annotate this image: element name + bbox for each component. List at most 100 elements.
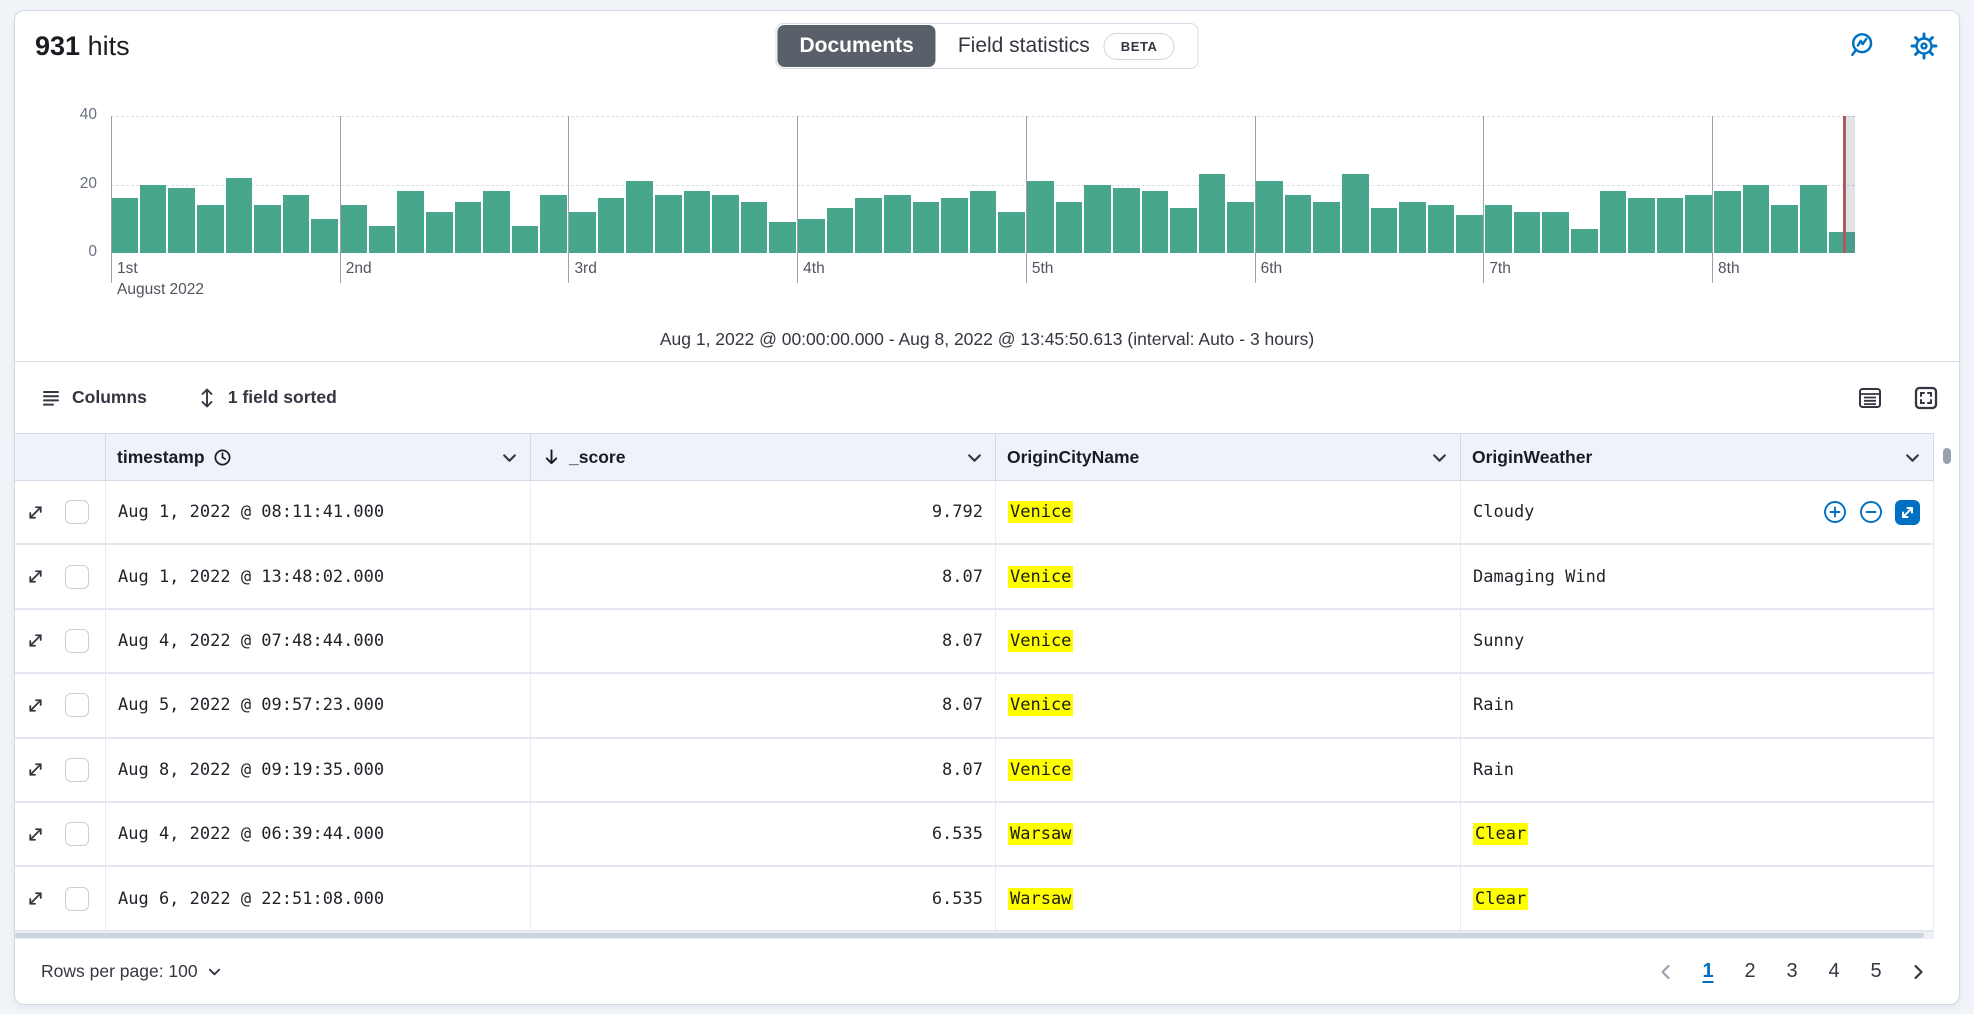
histogram-bar[interactable]: [1771, 205, 1798, 253]
tab-documents[interactable]: Documents: [777, 25, 935, 67]
histogram-bar[interactable]: [1485, 205, 1512, 253]
histogram-bar[interactable]: [827, 208, 854, 253]
histogram-bar[interactable]: [283, 195, 310, 253]
histogram-bar[interactable]: [455, 202, 482, 253]
row-checkbox[interactable]: [65, 822, 89, 846]
histogram-bar[interactable]: [1256, 181, 1283, 253]
row-checkbox[interactable]: [65, 758, 89, 782]
histogram-bar[interactable]: [626, 181, 653, 253]
expand-document-button[interactable]: [26, 631, 45, 650]
histogram-bar[interactable]: [254, 205, 281, 253]
origincityname-column-menu-icon[interactable]: [1431, 449, 1448, 466]
filter-for-value-button[interactable]: [1822, 499, 1848, 525]
histogram-bar[interactable]: [655, 195, 682, 253]
histogram-bar[interactable]: [483, 191, 510, 253]
histogram-bar[interactable]: [1714, 191, 1741, 253]
expand-document-button[interactable]: [26, 503, 45, 522]
expand-document-button[interactable]: [26, 760, 45, 779]
histogram-bar[interactable]: [1600, 191, 1627, 253]
histogram-bar[interactable]: [769, 222, 796, 253]
histogram-bar[interactable]: [1657, 198, 1684, 253]
next-page-button[interactable]: [1897, 958, 1939, 986]
tab-field-statistics[interactable]: Field statistics BETA: [936, 25, 1197, 67]
histogram-bar[interactable]: [1685, 195, 1712, 253]
histogram-bar[interactable]: [1514, 212, 1541, 253]
page-button-1[interactable]: 1: [1687, 956, 1729, 987]
row-checkbox[interactable]: [65, 565, 89, 589]
expand-cell-button[interactable]: [1894, 499, 1921, 526]
histogram-bar[interactable]: [1800, 185, 1827, 254]
histogram-bar[interactable]: [369, 226, 396, 253]
histogram-bar[interactable]: [168, 188, 195, 253]
column-header-score[interactable]: _score: [531, 434, 996, 480]
histogram-bar[interactable]: [1227, 202, 1254, 253]
horizontal-scrollbar-thumb[interactable]: [15, 933, 1924, 938]
score-column-menu-icon[interactable]: [966, 449, 983, 466]
histogram-bar[interactable]: [340, 205, 367, 253]
histogram-bar[interactable]: [798, 219, 825, 253]
histogram-bar[interactable]: [1456, 215, 1483, 253]
vertical-scrollbar-thumb[interactable]: [1943, 448, 1951, 464]
histogram-bar[interactable]: [1285, 195, 1312, 253]
histogram-bar[interactable]: [197, 205, 224, 253]
histogram-bar[interactable]: [684, 191, 711, 253]
originweather-column-menu-icon[interactable]: [1904, 449, 1921, 466]
histogram-bar[interactable]: [1199, 174, 1226, 253]
expand-document-button[interactable]: [26, 696, 45, 715]
histogram-bar[interactable]: [1571, 229, 1598, 253]
histogram-bar[interactable]: [741, 202, 768, 253]
histogram-bar[interactable]: [1056, 202, 1083, 253]
histogram-bar[interactable]: [397, 191, 424, 253]
column-header-origincityname[interactable]: OriginCityName: [996, 434, 1461, 480]
expand-document-button[interactable]: [26, 889, 45, 908]
histogram-bar[interactable]: [712, 195, 739, 253]
page-button-4[interactable]: 4: [1813, 956, 1855, 987]
sort-fields-button[interactable]: 1 field sorted: [191, 386, 343, 410]
histogram-bar[interactable]: [512, 226, 539, 253]
timestamp-column-menu-icon[interactable]: [501, 449, 518, 466]
histogram-bar[interactable]: [1399, 202, 1426, 253]
chart-settings-button[interactable]: [1909, 31, 1939, 61]
row-checkbox[interactable]: [65, 887, 89, 911]
histogram-bar[interactable]: [569, 212, 596, 253]
histogram-bar[interactable]: [1170, 208, 1197, 253]
column-header-originweather[interactable]: OriginWeather: [1461, 434, 1934, 480]
expand-document-button[interactable]: [26, 825, 45, 844]
filter-out-value-button[interactable]: [1858, 499, 1884, 525]
display-options-button[interactable]: [1857, 385, 1883, 411]
histogram-bar[interactable]: [540, 195, 567, 253]
histogram-bar[interactable]: [1542, 212, 1569, 253]
histogram-bar[interactable]: [1342, 174, 1369, 253]
histogram-bar[interactable]: [598, 198, 625, 253]
histogram-bar[interactable]: [311, 219, 338, 253]
histogram-bar[interactable]: [426, 212, 453, 253]
columns-button[interactable]: Columns: [35, 386, 153, 409]
histogram-bar[interactable]: [226, 178, 253, 253]
horizontal-scrollbar[interactable]: [15, 932, 1934, 939]
rows-per-page-button[interactable]: Rows per page: 100: [35, 960, 228, 983]
histogram-bar[interactable]: [1113, 188, 1140, 253]
row-checkbox[interactable]: [65, 629, 89, 653]
histogram-bar[interactable]: [970, 191, 997, 253]
histogram-bar[interactable]: [1743, 185, 1770, 254]
histogram-bar[interactable]: [1628, 198, 1655, 253]
page-button-2[interactable]: 2: [1729, 956, 1771, 987]
histogram-bar[interactable]: [1313, 202, 1340, 253]
previous-page-button[interactable]: [1645, 958, 1687, 986]
page-button-5[interactable]: 5: [1855, 956, 1897, 987]
row-checkbox[interactable]: [65, 693, 89, 717]
page-button-3[interactable]: 3: [1771, 956, 1813, 987]
histogram-bar[interactable]: [884, 195, 911, 253]
histogram-bar[interactable]: [1084, 185, 1111, 254]
column-header-timestamp[interactable]: timestamp: [106, 434, 531, 480]
fullscreen-button[interactable]: [1913, 385, 1939, 411]
histogram-bar[interactable]: [1371, 208, 1398, 253]
histogram-bar[interactable]: [1428, 205, 1455, 253]
histogram-bar[interactable]: [941, 198, 968, 253]
expand-document-button[interactable]: [26, 567, 45, 586]
histogram-bar[interactable]: [111, 198, 138, 253]
histogram-bar[interactable]: [1027, 181, 1054, 253]
row-checkbox[interactable]: [65, 500, 89, 524]
histogram-bar[interactable]: [855, 198, 882, 253]
histogram-bar[interactable]: [913, 202, 940, 253]
